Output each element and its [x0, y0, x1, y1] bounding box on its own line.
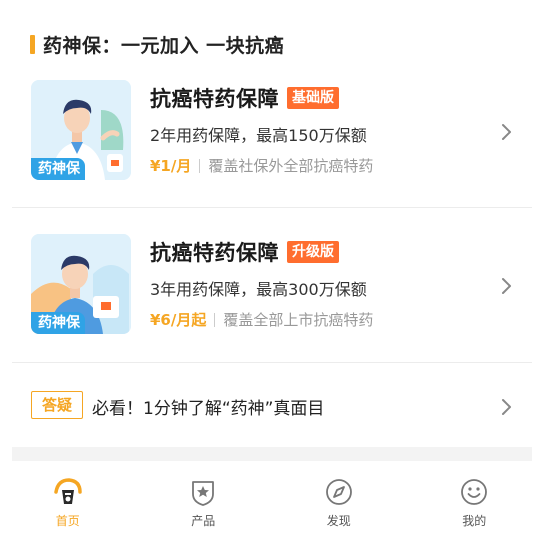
tab-label: 发现	[326, 514, 351, 528]
tab-label: 我的	[462, 514, 487, 528]
coverage-description: 覆盖全部上市抗癌特药	[223, 311, 374, 329]
product-card-upgrade[interactable]: 药神保 抗癌特药保障 升级版 3年用药保障，最高300万保额 ¥6/月起 覆盖全…	[0, 234, 542, 354]
smiley-icon	[461, 479, 488, 505]
section-title: 药神保：一元加入 一块抗癌	[43, 34, 285, 57]
faq-text: 必看！1分钟了解“药神”真面目	[92, 399, 325, 419]
card-subtitle: 2年用药保障，最高150万保额	[150, 126, 367, 145]
product-thumbnail: 药神保	[31, 234, 131, 334]
tab-home[interactable]: 首页	[0, 470, 136, 547]
card-title-row: 抗癌特药保障 升级版	[150, 237, 339, 267]
tier-badge: 升级版	[287, 241, 339, 263]
tab-mine[interactable]: 我的	[407, 470, 542, 547]
bottom-tab-bar: 首页 产品 发现 我的	[0, 470, 542, 547]
thumbnail-label: 药神保	[31, 312, 85, 334]
product-thumbnail: 药神保	[31, 80, 131, 180]
home-icon	[54, 478, 82, 504]
tab-label: 产品	[191, 514, 216, 528]
card-title-row: 抗癌特药保障 基础版	[150, 83, 339, 113]
card-subtitle: 3年用药保障，最高300万保额	[150, 280, 367, 299]
price: ¥6/月起	[150, 311, 207, 329]
price-separator	[214, 312, 216, 327]
tier-badge: 基础版	[287, 87, 339, 109]
chevron-right-icon	[502, 124, 511, 140]
price: ¥1/月	[150, 157, 192, 175]
tab-discover[interactable]: 发现	[271, 470, 407, 547]
chevron-right-icon	[502, 278, 511, 294]
title-accent-bar	[30, 34, 35, 54]
product-card-basic[interactable]: 药神保 抗癌特药保障 基础版 2年用药保障，最高150万保额 ¥1/月 覆盖社保…	[0, 80, 542, 200]
price-row: ¥6/月起 覆盖全部上市抗癌特药	[150, 309, 373, 330]
shield-star-icon	[192, 481, 215, 506]
chevron-right-icon	[502, 399, 511, 415]
section-header: 药神保：一元加入 一块抗癌	[30, 30, 284, 58]
card-title: 抗癌特药保障	[150, 87, 279, 111]
price-row: ¥1/月 覆盖社保外全部抗癌特药	[150, 155, 373, 176]
thumbnail-label: 药神保	[31, 158, 85, 180]
section-spacer	[12, 447, 532, 461]
faq-tag: 答疑	[31, 391, 83, 419]
divider	[12, 207, 532, 208]
tab-products[interactable]: 产品	[136, 470, 272, 547]
tab-label: 首页	[55, 514, 80, 528]
faq-row[interactable]: 答疑 必看！1分钟了解“药神”真面目	[0, 385, 542, 429]
card-title: 抗癌特药保障	[150, 241, 279, 265]
divider	[12, 362, 532, 363]
coverage-description: 覆盖社保外全部抗癌特药	[208, 157, 374, 175]
price-separator	[199, 158, 201, 173]
compass-icon	[325, 479, 352, 505]
